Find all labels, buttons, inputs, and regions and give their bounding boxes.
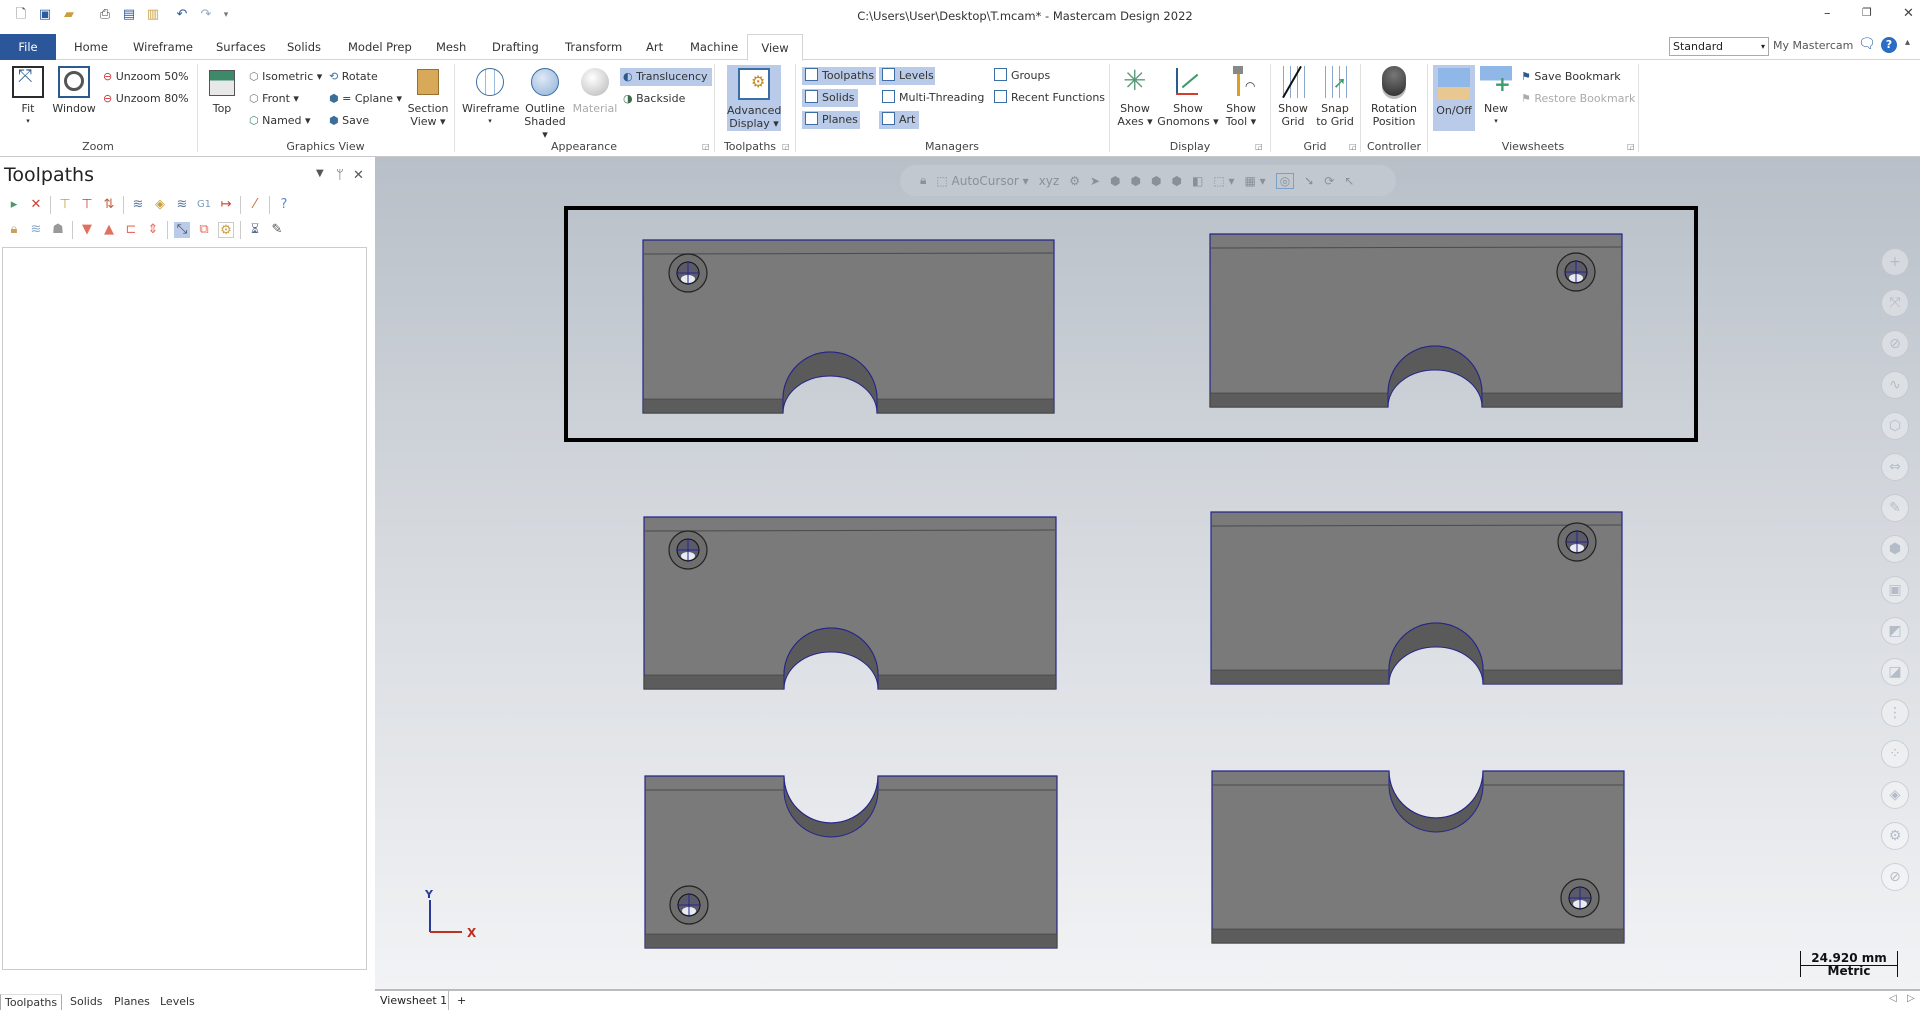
collapse-ribbon-icon[interactable]: ▴: [1905, 37, 1910, 48]
solid-icon[interactable]: ⬡: [1881, 412, 1909, 440]
tab-solids[interactable]: Solids: [279, 34, 329, 60]
spline-icon[interactable]: ∿: [1881, 371, 1909, 399]
scroll-left-icon[interactable]: ◁: [1889, 993, 1897, 1004]
layers-icon[interactable]: ◈: [1881, 781, 1909, 809]
add-viewsheet-button[interactable]: +: [457, 991, 466, 1010]
part-side-face: [643, 674, 1057, 690]
gnomon-y-label: Y: [424, 888, 434, 901]
layer-icon[interactable]: ▣: [1881, 576, 1909, 604]
part-side-face: [642, 398, 1055, 414]
cancel-icon[interactable]: ⊘: [1881, 863, 1909, 891]
edit-icon[interactable]: ✎: [1881, 494, 1909, 522]
part-body: [644, 775, 1058, 949]
tab-surfaces[interactable]: Surfaces: [208, 34, 274, 60]
part-side-face: [1211, 928, 1625, 944]
scale-value: 24.920 mm: [1811, 951, 1887, 965]
help-icon[interactable]: ?: [1881, 37, 1897, 53]
part-geometry: YX: [424, 206, 1698, 949]
transform-icon[interactable]: ⤧: [1881, 289, 1909, 317]
workspace-value: Standard: [1673, 40, 1724, 53]
feedback-icon[interactable]: 🗨: [1858, 36, 1876, 52]
box-icon[interactable]: ⬢: [1881, 535, 1909, 563]
grid-dots-icon[interactable]: ⁘: [1881, 740, 1909, 768]
tab-home[interactable]: Home: [66, 34, 116, 60]
part-side-face: [644, 933, 1058, 949]
ribbon-tabs: File Home Wireframe Surfaces Solids Mode…: [0, 34, 1920, 61]
tab-mesh[interactable]: Mesh: [428, 34, 474, 60]
color2-icon[interactable]: ◪: [1881, 658, 1909, 686]
tab-art[interactable]: Art: [638, 34, 671, 60]
viewsheet-tab-1[interactable]: Viewsheet 1: [375, 991, 449, 1010]
tab-wireframe[interactable]: Wireframe: [125, 34, 201, 60]
dots-icon[interactable]: ⋮: [1881, 699, 1909, 727]
tab-drafting[interactable]: Drafting: [484, 34, 547, 60]
tab-file[interactable]: File: [0, 34, 56, 60]
scroll-right-icon[interactable]: ▷: [1907, 993, 1915, 1004]
scale-units: Metric: [1827, 964, 1871, 978]
dimension-icon[interactable]: ⇔: [1881, 453, 1909, 481]
add-icon[interactable]: +: [1881, 248, 1909, 276]
part-body: [1209, 233, 1623, 408]
tab-transform[interactable]: Transform: [557, 34, 630, 60]
tab-view[interactable]: View: [747, 34, 803, 61]
my-mastercam-link[interactable]: My Mastercam: [1773, 39, 1853, 52]
part-side-face: [1210, 669, 1623, 685]
scale-indicator: 24.920 mm Metric: [1800, 951, 1898, 978]
gnomon-x-label: X: [467, 926, 477, 940]
part-body: [1211, 770, 1625, 944]
circle-icon[interactable]: ⊘: [1881, 330, 1909, 358]
part-side-face: [1209, 392, 1623, 408]
tab-machine[interactable]: Machine: [682, 34, 746, 60]
viewsheet-bar: Viewsheet 1 + ◁ ▷: [375, 989, 1920, 1010]
color-icon[interactable]: ◩: [1881, 617, 1909, 645]
tab-model-prep[interactable]: Model Prep: [340, 34, 420, 60]
workspace-dropdown[interactable]: Standard ▾: [1669, 37, 1769, 56]
chevron-down-icon: ▾: [1760, 42, 1765, 51]
settings-icon[interactable]: ⚙: [1881, 822, 1909, 850]
